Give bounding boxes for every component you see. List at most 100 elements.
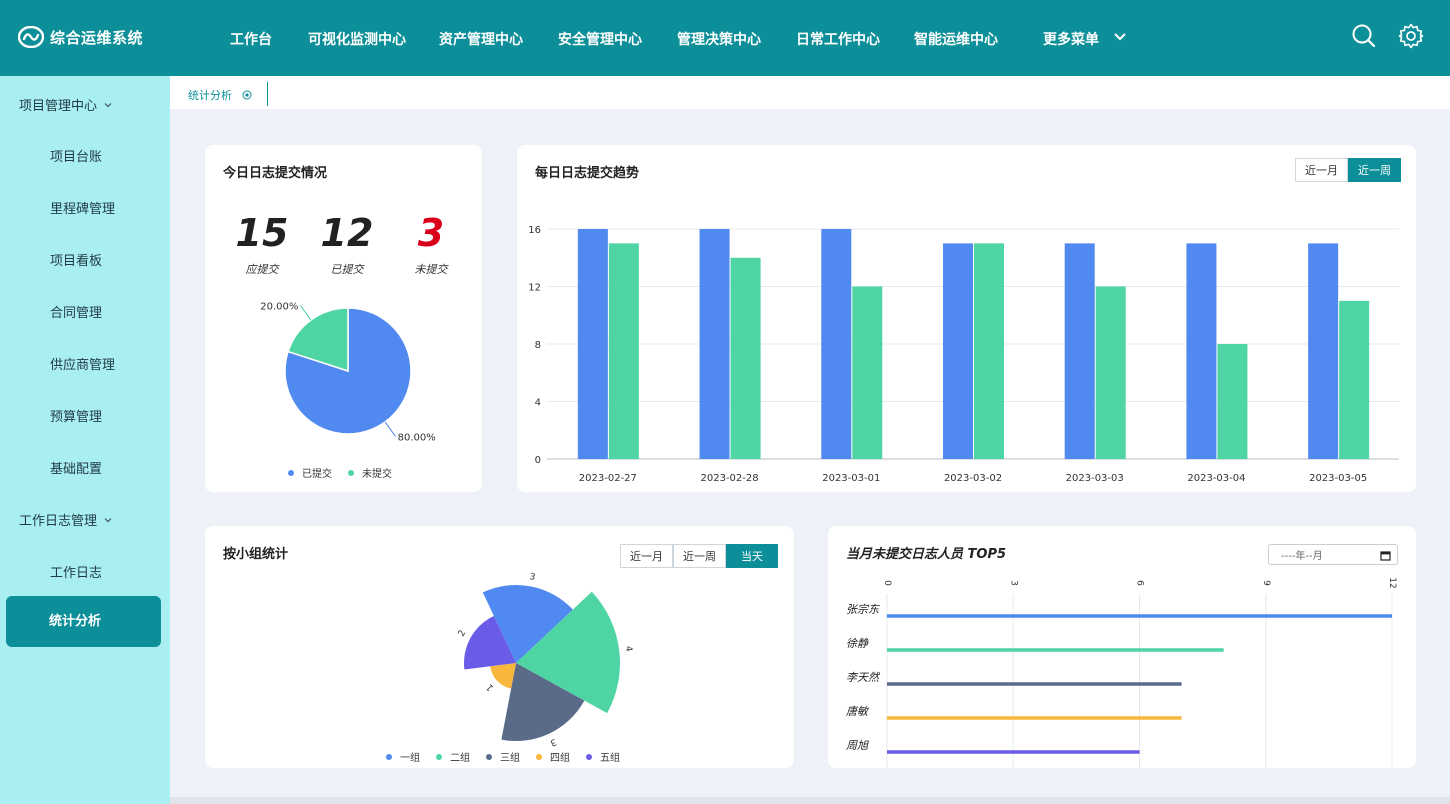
trend-bar (730, 257, 761, 459)
trend-bar (852, 286, 883, 459)
rose-value-label: 1 (485, 681, 496, 692)
sidebar-item-supplier[interactable]: 供应商管理 (0, 354, 170, 373)
legend-dot (586, 753, 592, 760)
rose-value-label: 4 (623, 645, 634, 652)
search-icon[interactable] (1351, 23, 1377, 49)
x-tick-label: 9 (1261, 580, 1271, 586)
rose-value-label: 2 (457, 629, 469, 639)
sidebar-item-base-config[interactable]: 基础配置 (0, 458, 170, 477)
trend-bar (1064, 243, 1095, 459)
legend-item[interactable]: 二组 (436, 749, 470, 764)
trend-bar (821, 229, 852, 459)
sidebar-item-project-ledger[interactable]: 项目台账 (0, 146, 170, 165)
sidebar-item-worklog[interactable]: 工作日志 (0, 562, 170, 581)
sidebar: 项目管理中心 项目台账 里程碑管理 项目看板 合同管理 供应商管理 预算管理 基… (0, 76, 170, 804)
legend-dot (486, 753, 492, 760)
legend-item[interactable]: 未提交 (348, 465, 392, 480)
submitted-label: 已提交 (330, 263, 364, 276)
chevron-down-icon (104, 102, 112, 107)
sidebar-item-milestone[interactable]: 里程碑管理 (0, 198, 170, 217)
y-category-label: 徐静 (846, 637, 869, 650)
app-title: 综合运维系统 (50, 28, 144, 47)
missing-label: 未提交 (414, 263, 448, 276)
legend-item[interactable]: 五组 (586, 749, 620, 764)
trend-bar (608, 243, 639, 459)
pie-value-label: 80.00% (398, 433, 436, 444)
pie-legend: 已提交 未提交 (280, 465, 400, 480)
nav-item-2[interactable]: 资产管理中心 (439, 29, 523, 49)
y-category-label: 张宗东 (846, 603, 881, 616)
gear-icon[interactable] (1398, 23, 1424, 49)
y-category-label: 周旭 (846, 739, 869, 752)
legend-dot (386, 753, 392, 760)
trend-bar (1095, 286, 1126, 459)
x-tick-label: 2023-02-28 (701, 473, 759, 484)
legend-dot (288, 469, 294, 476)
trend-bar (1186, 243, 1217, 459)
chevron-down-icon[interactable] (1113, 30, 1127, 44)
sidebar-item-budget[interactable]: 预算管理 (0, 406, 170, 425)
pie-label-line (384, 421, 397, 437)
pie-value-label: 20.00% (260, 301, 298, 312)
sidebar-group-project[interactable]: 项目管理中心 (19, 95, 113, 114)
daily-trend-bar-chart: 0 4 8 12 16 2023-02-27 2023-02-28 2023-03-01 202… (528, 225, 1399, 484)
x-tick-label: 2023-03-01 (822, 473, 880, 484)
y-category-label: 唐敏 (846, 705, 870, 718)
logo-icon (18, 26, 44, 48)
group-stats-card: 按小组统计 近一月 近一周 当天 34312 一组 二组 三组 四组 五组 (205, 526, 794, 768)
x-tick-label: 2023-03-04 (1187, 473, 1245, 484)
trend-bar (699, 229, 730, 459)
tab-bar: 统计分析 (170, 76, 1450, 109)
x-tick-label: 2023-03-02 (944, 473, 1002, 484)
x-tick-label: 0 (882, 580, 892, 586)
nav-item-5[interactable]: 日常工作中心 (796, 29, 880, 49)
x-tick-label: 2023-03-05 (1309, 473, 1367, 484)
nav-item-4[interactable]: 管理决策中心 (677, 29, 761, 49)
nav-item-6[interactable]: 智能运维中心 (914, 29, 998, 49)
should-submit-label: 应提交 (245, 263, 279, 276)
sidebar-group-label: 项目管理中心 (19, 99, 98, 114)
close-circle-icon[interactable] (242, 90, 252, 100)
rose-value-label: 3 (529, 572, 537, 583)
x-tick-label: 2023-03-03 (1066, 473, 1124, 484)
tab-statistics[interactable]: 统计分析 (188, 87, 252, 103)
group-rose-chart: 3 4 3 1 2 (457, 572, 634, 747)
sidebar-item-project-board[interactable]: 项目看板 (0, 250, 170, 269)
top-navigation-bar: 综合运维系统 工作台 可视化监测中心 资产管理中心 安全管理中心 管理决策中心 日常工作中… (0, 0, 1450, 76)
y-tick-label: 8 (535, 340, 541, 351)
nav-more-menu[interactable]: 更多菜单 (1043, 29, 1099, 49)
legend-item[interactable]: 已提交 (288, 465, 332, 480)
sidebar-item-contract[interactable]: 合同管理 (0, 302, 170, 321)
y-category-label: 李天然 (846, 671, 881, 684)
nav-item-3[interactable]: 安全管理中心 (558, 29, 642, 49)
tab-label: 统计分析 (188, 89, 232, 102)
legend-item[interactable]: 一组 (386, 749, 420, 764)
legend-item[interactable]: 四组 (536, 749, 570, 764)
today-submission-card: 今日日志提交情况 15 应提交 12 已提交 3 未提交 80.00% 20.00… (205, 145, 482, 492)
page-bottom-scrollbar[interactable] (170, 797, 1450, 804)
sidebar-item-statistics[interactable]: 统计分析 (6, 596, 161, 647)
top5-horizontal-bar-chart: 0 3 6 9 12 张宗东徐静李天然唐敏周旭 (846, 577, 1397, 768)
legend-label: 一组 (400, 753, 420, 764)
y-tick-label: 16 (528, 225, 541, 236)
y-tick-label: 4 (535, 398, 541, 409)
trend-bar (1308, 243, 1339, 459)
x-tick-label: 12 (1387, 577, 1397, 588)
sidebar-group-worklog[interactable]: 工作日志管理 (19, 510, 113, 529)
trend-bar (974, 243, 1004, 459)
card-title: 今日日志提交情况 (223, 166, 328, 181)
rose-value-label: 3 (548, 736, 557, 747)
legend-dot (536, 753, 542, 760)
trend-bar (577, 229, 608, 459)
legend-dot (348, 469, 354, 476)
x-tick-label: 3 (1008, 580, 1018, 586)
nav-item-1[interactable]: 可视化监测中心 (308, 29, 406, 49)
y-tick-label: 12 (528, 283, 541, 294)
legend-item[interactable]: 三组 (486, 749, 520, 764)
app-logo[interactable]: 综合运维系统 (18, 26, 143, 48)
legend-label: 二组 (450, 753, 470, 764)
legend-label: 五组 (600, 753, 620, 764)
nav-item-0[interactable]: 工作台 (230, 29, 272, 49)
submitted-count: 12 (320, 211, 374, 255)
x-tick-label: 6 (1135, 580, 1145, 586)
